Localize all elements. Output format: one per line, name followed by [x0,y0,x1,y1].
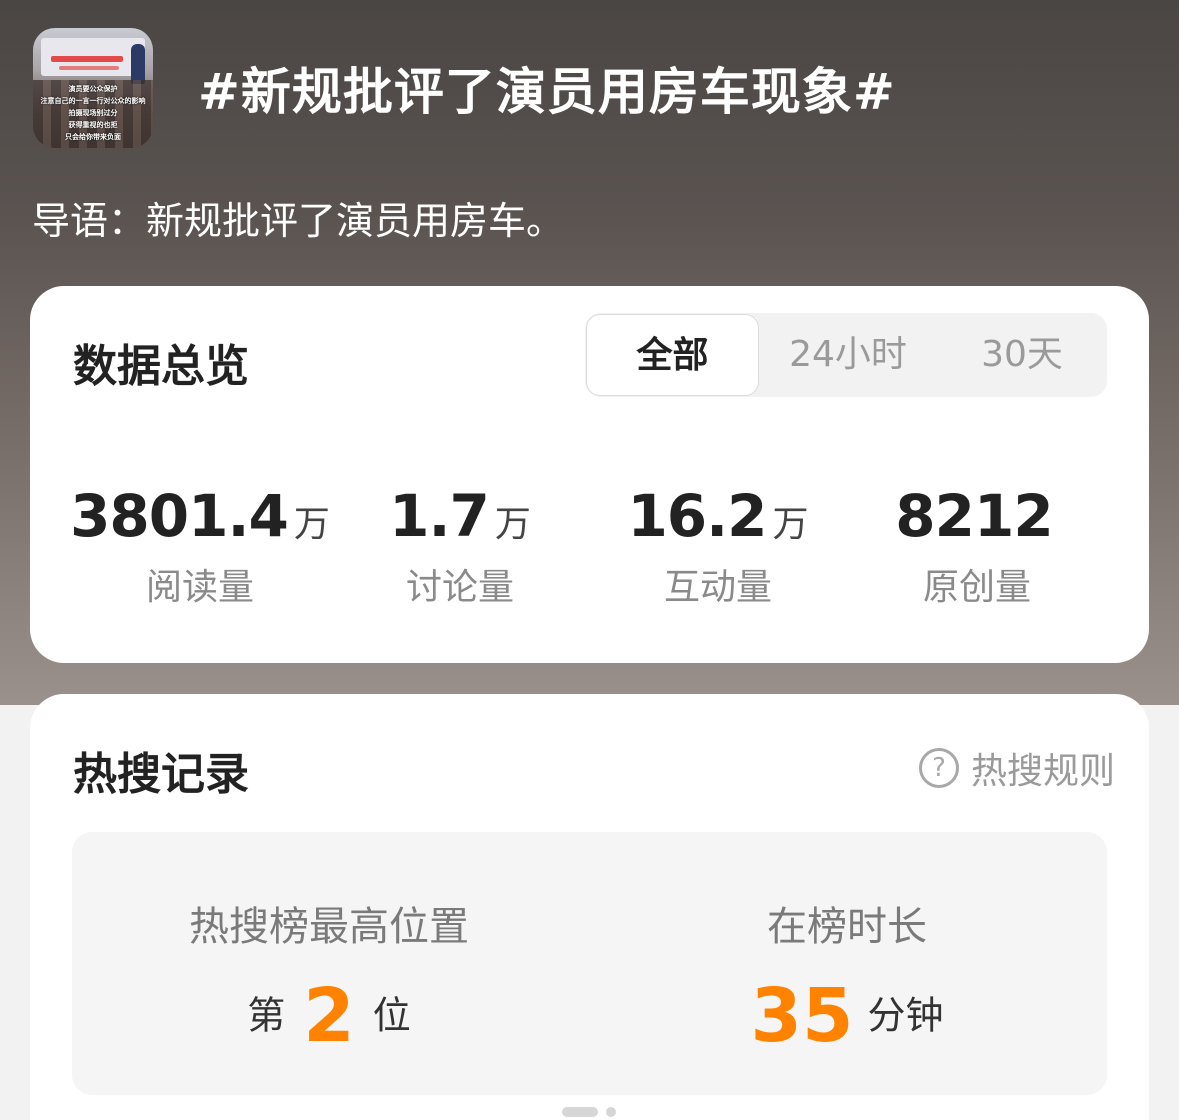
stat-discussions: 1.7 万 讨论量 [330,482,590,610]
topic-intro: 导语：新规批评了演员用房车。 [32,199,565,243]
stat-unit: 万 [494,504,531,545]
duration-unit: 分钟 [867,993,944,1038]
topic-title: #新规批评了演员用房车现象# [198,63,896,121]
thumbnail-caption: 演员要公众保护 [68,85,118,93]
rank-suffix: 位 [372,993,411,1038]
rules-label: 热搜规则 [970,751,1115,792]
rank-prefix: 第 [247,993,286,1038]
stat-unit: 万 [293,504,330,545]
duration-label: 在榜时长 [767,904,927,950]
stat-label: 讨论量 [405,567,514,608]
highest-position-label: 热搜榜最高位置 [189,904,469,950]
page-dot [606,1107,616,1117]
stat-label: 互动量 [663,567,772,608]
stat-originals: 8212 原创量 [847,482,1107,610]
time-range-segmented-control: 全部 24小时 30天 [585,313,1107,397]
overview-title: 数据总览 [73,341,249,392]
tab-24h[interactable]: 24小时 [763,313,933,397]
topic-thumbnail[interactable]: 演员要公众保护 注意自己的一言一行对公众的影响 拍摄现场别过分 获得重视的也拒 … [33,28,153,148]
on-list-duration: 在榜时长 35 分钟 [647,832,1047,1060]
thumbnail-caption: 拍摄现场别过分 [68,109,118,117]
duration-value: 35 [750,972,854,1059]
thumbnail-screen [41,38,145,84]
hot-search-title: 热搜记录 [73,749,249,800]
stat-reads: 3801.4 万 阅读量 [70,482,330,610]
hot-search-card: 热搜记录 ? 热搜规则 热搜榜最高位置 第2位 在榜时长 35 分钟 [30,694,1149,1120]
stat-unit: 万 [772,504,809,545]
stat-value: 1.7 [389,482,490,550]
stat-value: 3801.4 [70,482,289,550]
question-circle-icon: ? [918,748,959,788]
thumbnail-caption: 获得重视的也拒 [68,121,118,129]
page-dot-active [562,1107,598,1117]
data-overview-card: 数据总览 全部 24小时 30天 3801.4 万 阅读量 1.7 万 讨论量 16… [30,286,1149,663]
highest-position: 热搜榜最高位置 第2位 [129,832,529,1060]
thumbnail-caption: 注意自己的一言一行对公众的影响 [40,97,146,105]
stat-label: 原创量 [922,567,1031,608]
rank-value: 2 [303,972,355,1059]
tab-all[interactable]: 全部 [586,314,759,396]
hot-search-rules-link[interactable]: ? 热搜规则 [918,742,1115,794]
thumbnail-caption: 只会给你带来负面 [65,133,121,141]
stat-label: 阅读量 [145,567,254,608]
hot-search-stats-box: 热搜榜最高位置 第2位 在榜时长 35 分钟 [72,832,1107,1095]
tab-30d[interactable]: 30天 [937,313,1107,397]
page-indicator [562,1107,616,1117]
stat-interactions: 16.2 万 互动量 [588,482,848,610]
stat-value: 16.2 [627,482,767,550]
stat-value: 8212 [895,482,1053,550]
